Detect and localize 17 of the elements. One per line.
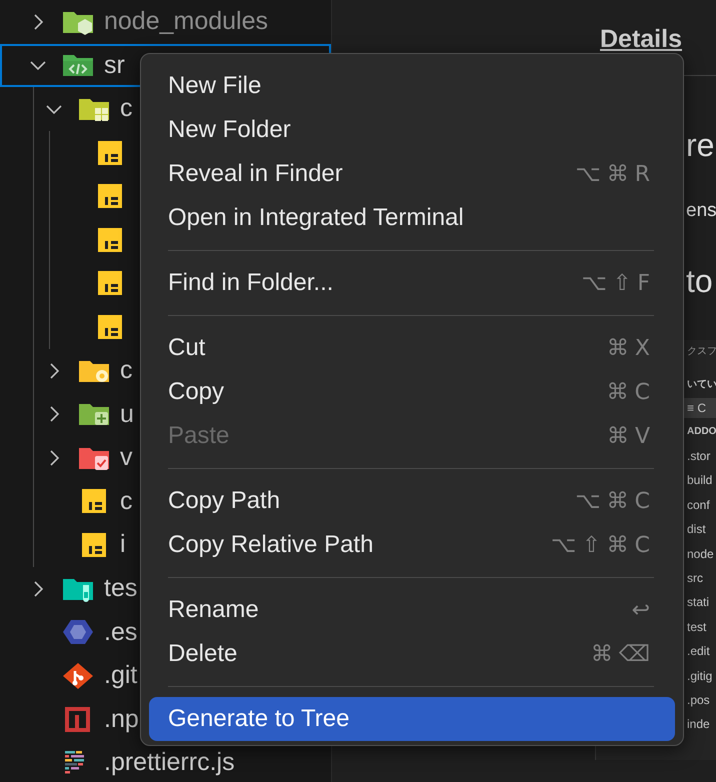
file-entry: stati — [687, 594, 710, 612]
file-entry: .edit — [687, 643, 711, 660]
file-entry: dist — [687, 521, 707, 538]
file-entry: node — [687, 546, 715, 563]
file-entry: conf — [687, 496, 711, 514]
file-entry: .stor — [687, 448, 712, 465]
section-header: ADDO — [687, 425, 716, 439]
file-entry: .gitig — [687, 668, 714, 685]
body-text: ens — [686, 201, 716, 222]
window-title: クスフ — [687, 345, 716, 359]
file-entry: test — [687, 618, 708, 636]
file-entry: .pos — [687, 692, 711, 709]
heading-text: to — [686, 264, 713, 300]
file-entry: inde — [687, 716, 711, 734]
heading-text: re — [686, 128, 714, 164]
file-entry: src — [687, 570, 704, 587]
file-entry: build — [687, 472, 714, 490]
